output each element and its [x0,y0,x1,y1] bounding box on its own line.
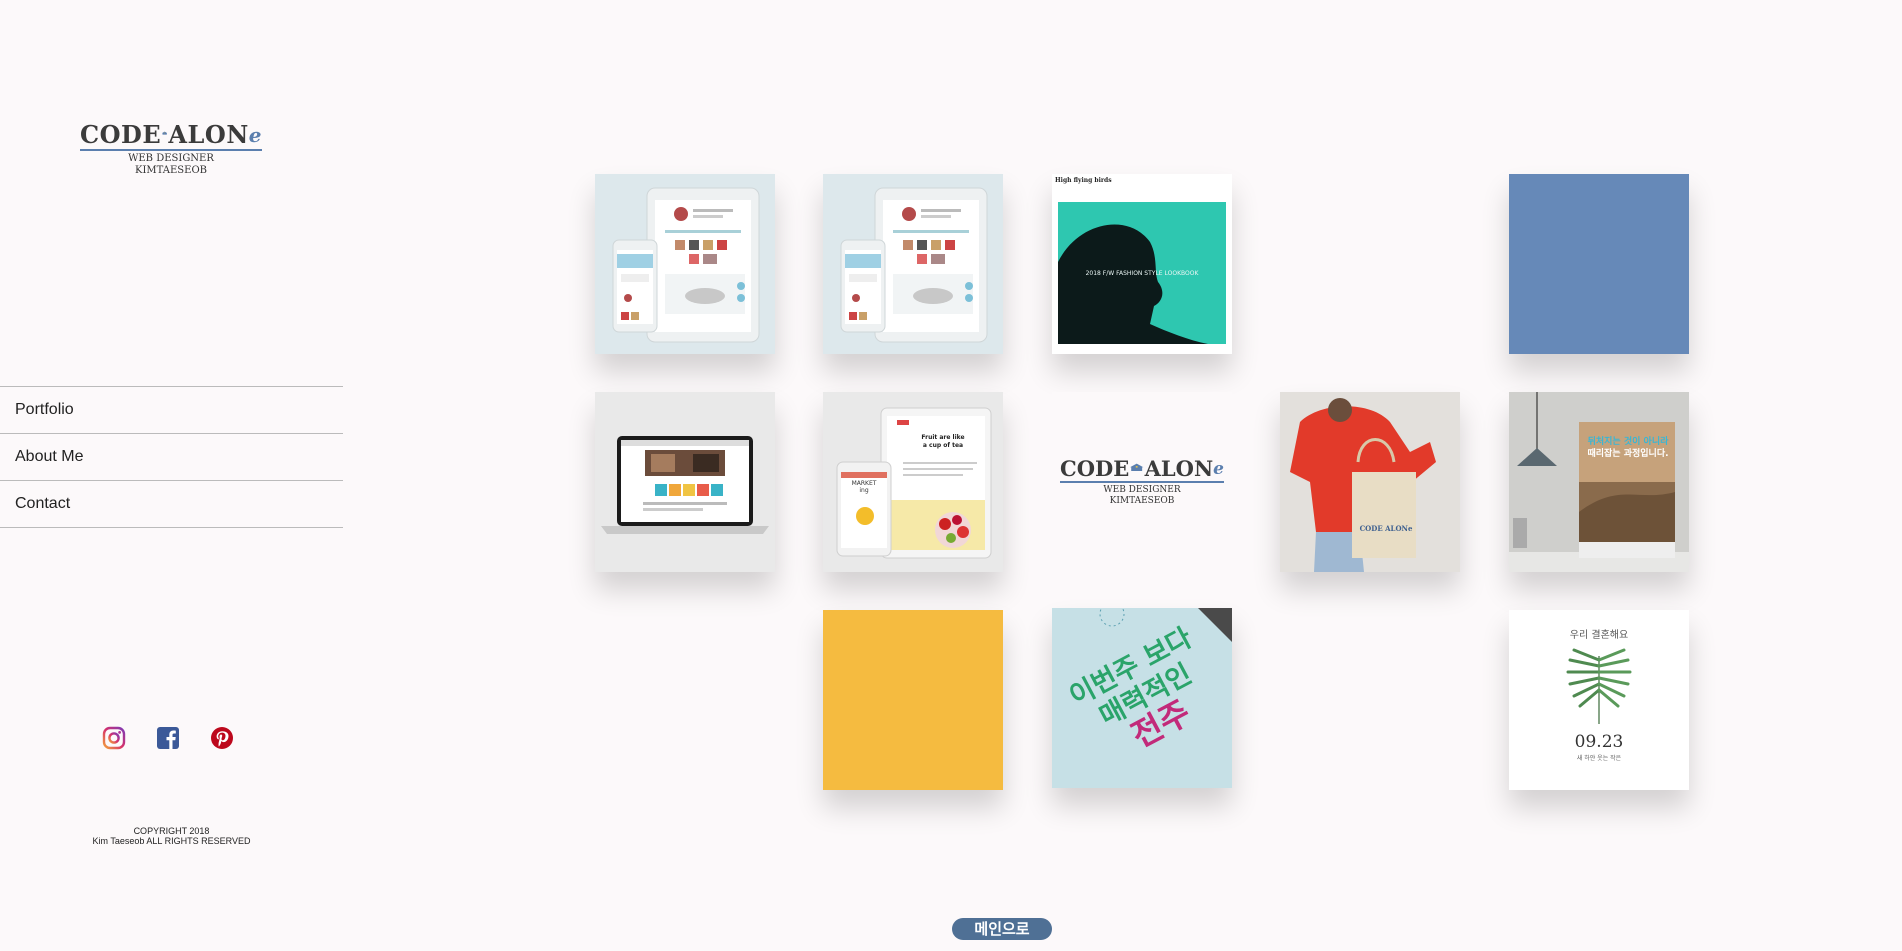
fashion-header: High flying birds [1055,177,1112,184]
logo-word-left: CODE [80,120,162,149]
palm-leaf-icon [1566,648,1632,724]
portfolio-tile-tote-bag[interactable]: CODE ALONe [1280,392,1460,572]
market-label-line-2: ing [859,487,869,494]
logo-underline [80,149,262,151]
portfolio-tile-blue[interactable] [1509,174,1689,354]
portfolio-tile-yellow[interactable] [823,610,1003,790]
market-label-line-1: MARKET [851,480,877,487]
poster-mockup-photo [1509,392,1689,572]
portfolio-tile-flyer[interactable]: 이번주 보다 매력적인 전주 [1052,608,1232,788]
wedding-title: 우리 결혼해요 [1569,630,1629,641]
pinterest-icon[interactable] [210,726,234,750]
logo-subtitle-2: KIMTAESEOB [134,165,207,176]
back-to-main-button[interactable]: 메인으로 [952,918,1052,940]
nav-item-contact[interactable]: Contact [0,481,343,528]
logo-word-right: ALON [168,120,249,149]
tile-logo-word-tail: e [1213,459,1224,479]
fashion-caption: 2018 F/W FASHION STYLE LOOKBOOK [1085,270,1199,277]
poster-text: 뒤처지는 것이 아니라 때리잡는 과정입니다. [1581,436,1675,460]
fruit-title-line-1: Fruit are like [921,434,965,441]
sidebar: CODE ALON e WEB DESIGNER KIMTAESEOB Portf… [0,0,343,951]
social-links [102,726,264,750]
house-icon [162,131,168,135]
portfolio-tile-fruit-market[interactable]: Fruit are like a cup of tea MARKET ing [823,392,1003,572]
nav-item-about-me[interactable]: About Me [0,434,343,481]
copyright: COPYRIGHT 2018 Kim Taeseob ALL RIGHTS RE… [0,826,343,846]
poster-text-line-1: 뒤처지는 것이 아니라 [1587,437,1669,447]
tote-bag-photo [1280,392,1460,572]
portfolio-tile-wedding[interactable]: 우리 결혼해요 09.23 새 하얀 웃는 작은 [1509,610,1689,790]
instagram-icon[interactable] [102,726,126,750]
portfolio-tile-responsive-web-2[interactable] [823,174,1003,354]
tile-logo-wordmark: CODE ALON e [1060,456,1224,480]
copyright-line-2: Kim Taeseob ALL RIGHTS RESERVED [92,836,251,846]
poster-text-line-2: 때리잡는 과정입니다. [1587,449,1669,459]
site-logo[interactable]: CODE ALON e WEB DESIGNER KIMTAESEOB [80,120,262,177]
fruit-title-line-2: a cup of tea [922,442,964,449]
house-icon [1130,463,1144,471]
portfolio-tile-logo[interactable]: CODE ALON e WEB DESIGNER KIMTAESEOB [1052,392,1232,572]
facebook-icon[interactable] [156,726,180,750]
nav-item-portfolio[interactable]: Portfolio [0,387,343,434]
tile-logo-subtitle-1: WEB DESIGNER [1103,485,1181,495]
copyright-line-1: COPYRIGHT 2018 [133,826,210,836]
laptop-mockup-image [595,392,775,572]
logo-word-tail: e [248,123,262,147]
main-nav: Portfolio About Me Contact [0,386,343,528]
market-label: MARKET ing [841,480,887,494]
portfolio-tile-laptop[interactable] [595,392,775,572]
device-mockup-image [823,174,1003,354]
tile-logo-subtitle-2: KIMTAESEOB [1109,496,1175,506]
logo-subtitle-1: WEB DESIGNER [128,153,214,164]
tile-logo: CODE ALON e WEB DESIGNER KIMTAESEOB [1060,456,1224,507]
tile-logo-word-right: ALON [1144,456,1214,481]
portfolio-tile-fashion-lookbook[interactable]: High flying birds 2018 F/W FASHION STYLE… [1052,174,1232,354]
wedding-date: 09.23 [1574,732,1624,752]
tile-logo-word-left: CODE [1060,456,1130,481]
device-mockup-image [595,174,775,354]
logo-wordmark: CODE ALON e [80,120,262,148]
portfolio-tile-poster[interactable]: 뒤처지는 것이 아니라 때리잡는 과정입니다. [1509,392,1689,572]
wedding-subtitle: 새 하얀 웃는 작은 [1576,755,1622,762]
bag-logo-text: CODE ALONe [1359,524,1413,533]
portfolio-tile-responsive-web-1[interactable] [595,174,775,354]
fruit-title: Fruit are like a cup of tea [907,434,979,450]
tile-logo-underline [1060,481,1224,483]
